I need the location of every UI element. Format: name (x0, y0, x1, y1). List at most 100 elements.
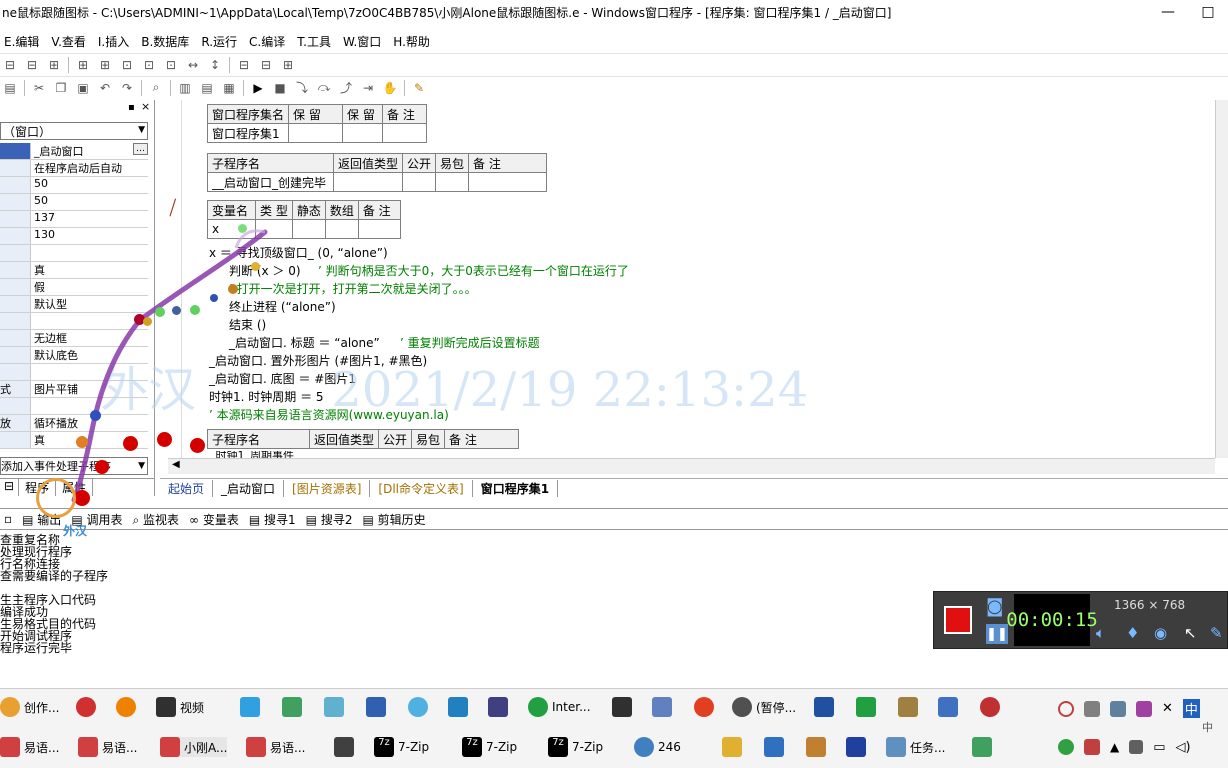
tray-icon[interactable] (1084, 700, 1100, 717)
browser-icon (528, 697, 548, 717)
taskbar-item[interactable]: 小刚A... (160, 737, 228, 757)
record-stop-button[interactable] (944, 606, 972, 634)
calendar-icon (334, 737, 354, 757)
taskbar-item[interactable] (938, 697, 958, 717)
taskbar-item[interactable] (116, 697, 136, 717)
cursor-icon[interactable]: ↖ (1184, 624, 1197, 642)
app-icon (814, 697, 834, 717)
recorder-resolution: 1366 × 768 (1114, 598, 1186, 612)
taskbar-item[interactable]: Inter... (528, 697, 591, 717)
tray-row-1: ✕ 中 (1058, 699, 1200, 718)
tray-icon[interactable] (1129, 740, 1144, 754)
taskbar-item[interactable] (898, 697, 918, 717)
taskbar-item[interactable] (846, 737, 866, 757)
taskbar-item[interactable] (612, 697, 632, 717)
app-icon (806, 737, 826, 757)
taskbar-item[interactable] (972, 737, 992, 757)
eyuyan-icon (0, 737, 20, 757)
chevron-up-icon[interactable]: ▲ (1110, 740, 1119, 754)
taskbar-item[interactable] (324, 697, 344, 717)
taskbar-item[interactable]: (暂停... (732, 697, 796, 717)
taskbar-item[interactable]: 创作... (0, 697, 59, 717)
taskbar-item[interactable]: 246 (634, 737, 681, 757)
trail-dot (74, 490, 90, 506)
taskbar-item[interactable] (856, 697, 876, 717)
taskbar-item[interactable] (366, 697, 386, 717)
taskbar-item[interactable]: 易语... (0, 737, 59, 757)
app-icon (634, 737, 654, 757)
taskbar-item[interactable]: 易语... (246, 737, 305, 757)
speaker-icon[interactable]: 🔈︎ (1096, 624, 1105, 642)
app-icon (366, 697, 386, 717)
taskbar-item[interactable] (764, 737, 784, 757)
app-icon (282, 697, 302, 717)
taskbar: 创作... 视频 Inter... (暂停... ✕ 中 中 易语... 易语.… (0, 688, 1228, 768)
app-icon (324, 697, 344, 717)
search-icon (722, 737, 742, 757)
tray-icon[interactable] (1110, 700, 1126, 717)
eyuyan-icon (78, 737, 98, 757)
taskbar-item[interactable]: 视频 (156, 697, 204, 717)
recorder-timer: 00:00:15 (1006, 594, 1098, 646)
taskbar-item[interactable] (814, 697, 834, 717)
taskbar-item[interactable] (334, 737, 354, 757)
camera-icon[interactable]: ◙ (986, 596, 1003, 617)
app-icon (408, 697, 428, 717)
app-icon (972, 737, 992, 757)
taskbar-item[interactable] (408, 697, 428, 717)
taskbar-item[interactable] (980, 697, 1000, 717)
app-icon (732, 697, 752, 717)
chrome-icon (0, 697, 20, 717)
task-manager-icon (886, 737, 906, 757)
tray-icon[interactable] (1058, 739, 1074, 755)
cursor-ring (36, 478, 76, 518)
volume-icon[interactable]: ◁) (1176, 740, 1191, 755)
taskbar-item[interactable] (448, 697, 468, 717)
pen-icon[interactable]: ✎ (1210, 624, 1223, 642)
trail-dot (210, 294, 218, 302)
taskbar-item[interactable] (76, 697, 96, 717)
taskbar-item[interactable] (282, 697, 302, 717)
app-icon (980, 697, 1000, 717)
ime-indicator[interactable]: 中 (1182, 699, 1200, 718)
tray-close-icon[interactable]: ✕ (1162, 701, 1173, 716)
taskbar-item[interactable] (694, 697, 714, 717)
network-icon[interactable]: ▭ (1153, 740, 1165, 755)
trail-dot (172, 306, 181, 315)
ime-indicator-2[interactable]: 中 (1202, 719, 1213, 735)
taskbar-item[interactable] (722, 737, 742, 757)
eyuyan-icon (160, 737, 180, 757)
7zip-icon: 7z (462, 737, 482, 757)
taskbar-item[interactable]: 7z 7-Zip (374, 737, 429, 757)
taskbar-item[interactable] (240, 697, 260, 717)
search-icon (116, 697, 136, 717)
app-icon (448, 697, 468, 717)
webcam-icon[interactable]: ◉ (1154, 624, 1167, 642)
taskbar-item[interactable]: 任务... (886, 737, 945, 757)
7zip-icon: 7z (548, 737, 568, 757)
pause-button[interactable]: ❚❚ (986, 624, 1008, 644)
tray-icon[interactable] (1084, 739, 1100, 755)
trail-dot (251, 262, 260, 271)
network-icon (488, 697, 508, 717)
taskbar-item[interactable]: 7z 7-Zip (462, 737, 517, 757)
taskbar-item[interactable] (652, 697, 672, 717)
trail-dot (95, 460, 109, 474)
trail-dot (157, 432, 172, 447)
app-icon (764, 737, 784, 757)
trail-dot (76, 436, 88, 448)
app-icon (898, 697, 918, 717)
app-icon (76, 697, 96, 717)
mouse-trail (71, 229, 268, 503)
taskbar-item[interactable]: 易语... (78, 737, 137, 757)
taskbar-item[interactable]: 7z 7-Zip (548, 737, 603, 757)
trail-dot (143, 317, 152, 326)
microphone-icon[interactable]: ♦ (1126, 624, 1139, 642)
trail-dot (190, 305, 200, 315)
film-icon (156, 697, 176, 717)
app-icon (856, 697, 876, 717)
taskbar-item[interactable] (806, 737, 826, 757)
tray-icon[interactable] (1058, 700, 1074, 717)
taskbar-item[interactable] (488, 697, 508, 717)
tray-icon[interactable] (1136, 700, 1152, 717)
